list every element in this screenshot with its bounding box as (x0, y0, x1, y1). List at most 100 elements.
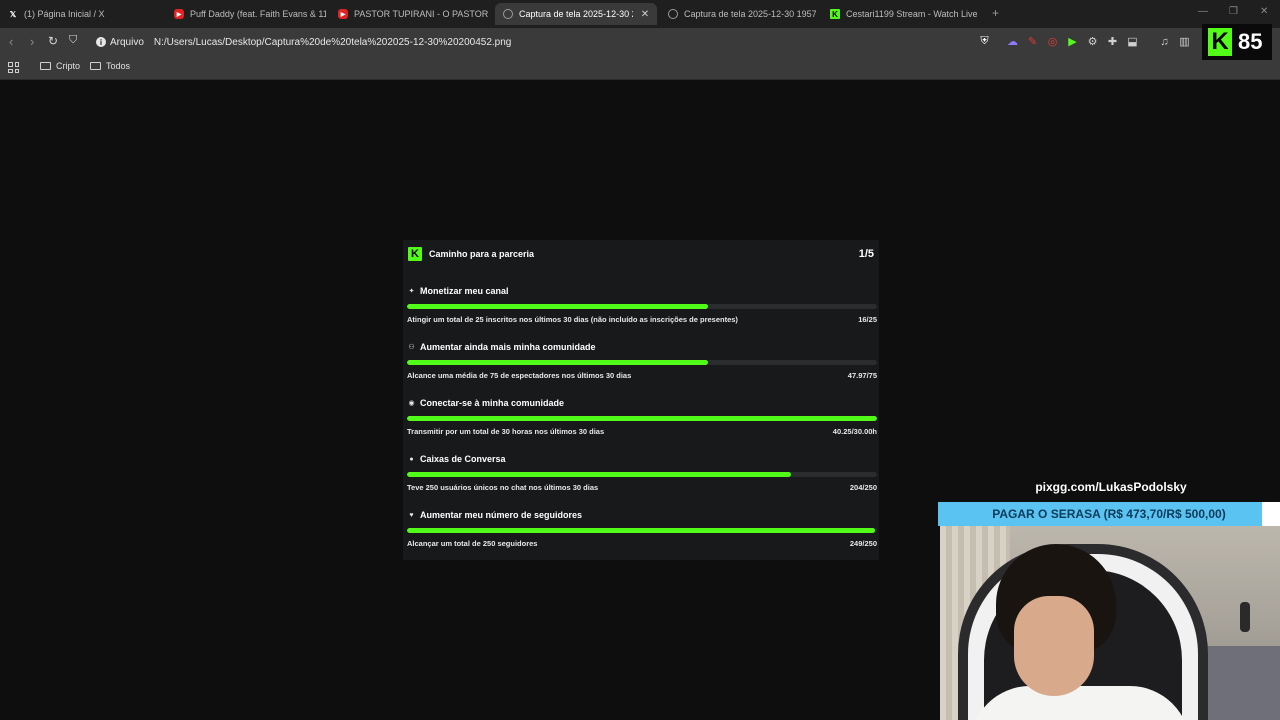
tab-kick-stream[interactable]: K Cestari1199 Stream - Watch Live on (822, 3, 978, 25)
kick-logo-icon: K (1208, 28, 1232, 56)
goal-header: ⚇ Aumentar ainda mais minha comunidade (407, 340, 877, 354)
address-bar[interactable]: i Arquivo N:/Users/Lucas/Desktop/Captura… (90, 31, 996, 53)
goal-progress-bar (407, 472, 877, 477)
goal-progress-text: 40.25/30.00h (832, 427, 877, 436)
tab-label: PASTOR TUPIRANI - O PASTOR INCA (354, 9, 488, 19)
tab-screenshot-2[interactable]: Captura de tela 2025-12-30 195730 (660, 3, 816, 25)
goal-title: Aumentar ainda mais minha comunidade (420, 342, 596, 352)
goal-title: Aumentar meu número de seguidores (420, 510, 583, 520)
chat-bubble-icon: ● (409, 455, 414, 463)
goal-footer: Alcançar um total de 250 seguidores 249/2… (407, 539, 877, 548)
goal-title: Monetizar meu canal (420, 286, 509, 296)
partnership-goal: ⚇ Aumentar ainda mais minha comunidade Alc… (407, 340, 877, 380)
goal-progress-bar (407, 416, 877, 421)
extension-cloud-icon[interactable]: ☁ (1006, 35, 1019, 48)
youtube-icon: ▶ (338, 9, 348, 19)
donation-goal-remaining (1262, 502, 1280, 526)
goal-progress-bar (407, 528, 877, 533)
partnership-goal: ◉ Conectar-se à minha comunidade Transmiti… (407, 396, 877, 436)
webcam-feed (940, 526, 1280, 720)
step-counter: 1/5 (858, 248, 874, 260)
apps-grid-icon[interactable] (8, 62, 19, 73)
card-header: K Caminho para a parceria 1/5 (408, 246, 874, 262)
bookmark-folder-cripto[interactable]: Cripto (40, 61, 80, 71)
folder-icon (90, 62, 101, 70)
goal-progress-text: 47.97/75 (847, 371, 877, 380)
globe-icon (668, 9, 678, 19)
tab-label: (1) Página Inicial / X (24, 9, 105, 19)
media-music-icon[interactable]: ♫ (1158, 35, 1171, 48)
tab-puff-daddy[interactable]: ▶ Puff Daddy (feat. Faith Evans & 112) (166, 3, 326, 25)
goal-description: Teve 250 usuários únicos no chat nos últ… (407, 483, 599, 492)
bookmark-folder-todos[interactable]: Todos (90, 61, 130, 71)
goal-progress-fill (407, 472, 791, 477)
new-tab-icon[interactable]: + (992, 6, 999, 20)
goal-description: Alcance uma média de 75 de espectadores … (407, 371, 632, 380)
x-logo-icon: 𝕏 (9, 9, 17, 19)
sidebar-icon[interactable]: ▥ (1178, 35, 1191, 48)
goal-header: ♥ Aumentar meu número de seguidores (407, 508, 877, 522)
extension-gear-icon[interactable]: ⚙ (1086, 35, 1099, 48)
bookmark-label: Todos (106, 61, 131, 71)
tab-label: Captura de tela 2025-12-30 195730 (684, 9, 816, 19)
partnership-goal: ♥ Aumentar meu número de seguidores Alcanç… (407, 508, 877, 548)
minimize-icon[interactable]: — (1198, 6, 1208, 17)
sparkle-icon: ✦ (408, 288, 415, 295)
kick-viewer-badge: K 85 (1202, 24, 1272, 60)
tab-screenshot-active[interactable]: Captura de tela 2025-12-30 200 ✕ (495, 3, 657, 25)
goal-description: Atingir um total de 25 inscritos nos últ… (407, 315, 738, 324)
close-window-icon[interactable]: ✕ (1260, 6, 1268, 17)
goal-title: Caixas de Conversa (420, 454, 506, 464)
file-scheme-label: Arquivo (110, 36, 144, 48)
maximize-icon[interactable]: ❐ (1229, 6, 1238, 17)
card-title: Caminho para a parceria (429, 249, 535, 259)
goal-progress-text: 204/250 (849, 483, 877, 492)
forward-icon[interactable]: › (30, 34, 34, 49)
goal-footer: Alcance uma média de 75 de espectadores … (407, 371, 877, 380)
bookmarks-bar: Cripto Todos (0, 56, 1280, 80)
url-text[interactable]: N:/Users/Lucas/Desktop/Captura%20de%20te… (154, 37, 511, 48)
goal-footer: Transmitir por um total de 30 horas nos … (407, 427, 877, 436)
extension-play-icon[interactable]: ▶ (1066, 35, 1079, 48)
tab-label: Cestari1199 Stream - Watch Live on (846, 9, 978, 19)
goal-description: Alcançar um total de 250 seguidores (407, 539, 538, 548)
globe-icon (503, 9, 513, 19)
kick-logo-icon: K (408, 247, 422, 261)
back-icon[interactable]: ‹ (9, 34, 13, 49)
extensions-puzzle-icon[interactable]: ✚ (1106, 35, 1119, 48)
close-tab-icon[interactable]: ✕ (639, 9, 651, 20)
bookmark-icon[interactable]: ⛉ (69, 34, 77, 47)
partnership-card: K Caminho para a parceria 1/5 ✦ Monetizar… (403, 240, 879, 560)
goal-progress-text: 16/25 (858, 315, 877, 324)
goal-description: Transmitir por um total de 30 horas nos … (407, 427, 605, 436)
pix-url: pixgg.com/LukasPodolsky (1035, 480, 1187, 494)
goal-footer: Atingir um total de 25 inscritos nos últ… (407, 315, 877, 324)
goal-header: ◉ Conectar-se à minha comunidade (407, 396, 877, 410)
partnership-goal: ● Caixas de Conversa Teve 250 usuários úni… (407, 452, 877, 492)
tab-strip: 𝕏 (1) Página Inicial / X ▶ Puff Daddy (f… (0, 0, 1280, 28)
goal-progress-bar (407, 304, 877, 309)
goal-progress-bar (407, 360, 877, 365)
extension-target-icon[interactable]: ◎ (1046, 35, 1059, 48)
users-icon: ⚇ (408, 344, 415, 351)
viewer-count: 85 (1238, 29, 1263, 54)
info-icon[interactable]: i (96, 37, 106, 47)
tab-pastor[interactable]: ▶ PASTOR TUPIRANI - O PASTOR INCA (330, 3, 488, 25)
streamer-face (1014, 596, 1094, 696)
heart-icon: ♥ (409, 511, 414, 519)
brave-shield-icon[interactable]: ⛨ (978, 35, 991, 48)
youtube-icon: ▶ (174, 9, 184, 19)
browser-toolbar: ‹ › ↻ ⛉ i Arquivo N:/Users/Lucas/Desktop… (0, 28, 1280, 56)
goal-header: ✦ Monetizar meu canal (407, 284, 877, 298)
goal-title: Conectar-se à minha comunidade (420, 398, 565, 408)
tab-x-home[interactable]: 𝕏 (1) Página Inicial / X (0, 3, 160, 25)
bookmark-label: Cripto (56, 61, 81, 71)
folder-icon (40, 62, 51, 70)
goal-footer: Teve 250 usuários únicos no chat nos últ… (407, 483, 877, 492)
extension-pen-icon[interactable]: ✎ (1026, 35, 1039, 48)
goal-header: ● Caixas de Conversa (407, 452, 877, 466)
reload-icon[interactable]: ↻ (48, 34, 58, 48)
download-icon[interactable]: ⬓ (1126, 35, 1139, 48)
goal-progress-fill (407, 528, 876, 533)
goal-progress-fill (407, 416, 877, 421)
